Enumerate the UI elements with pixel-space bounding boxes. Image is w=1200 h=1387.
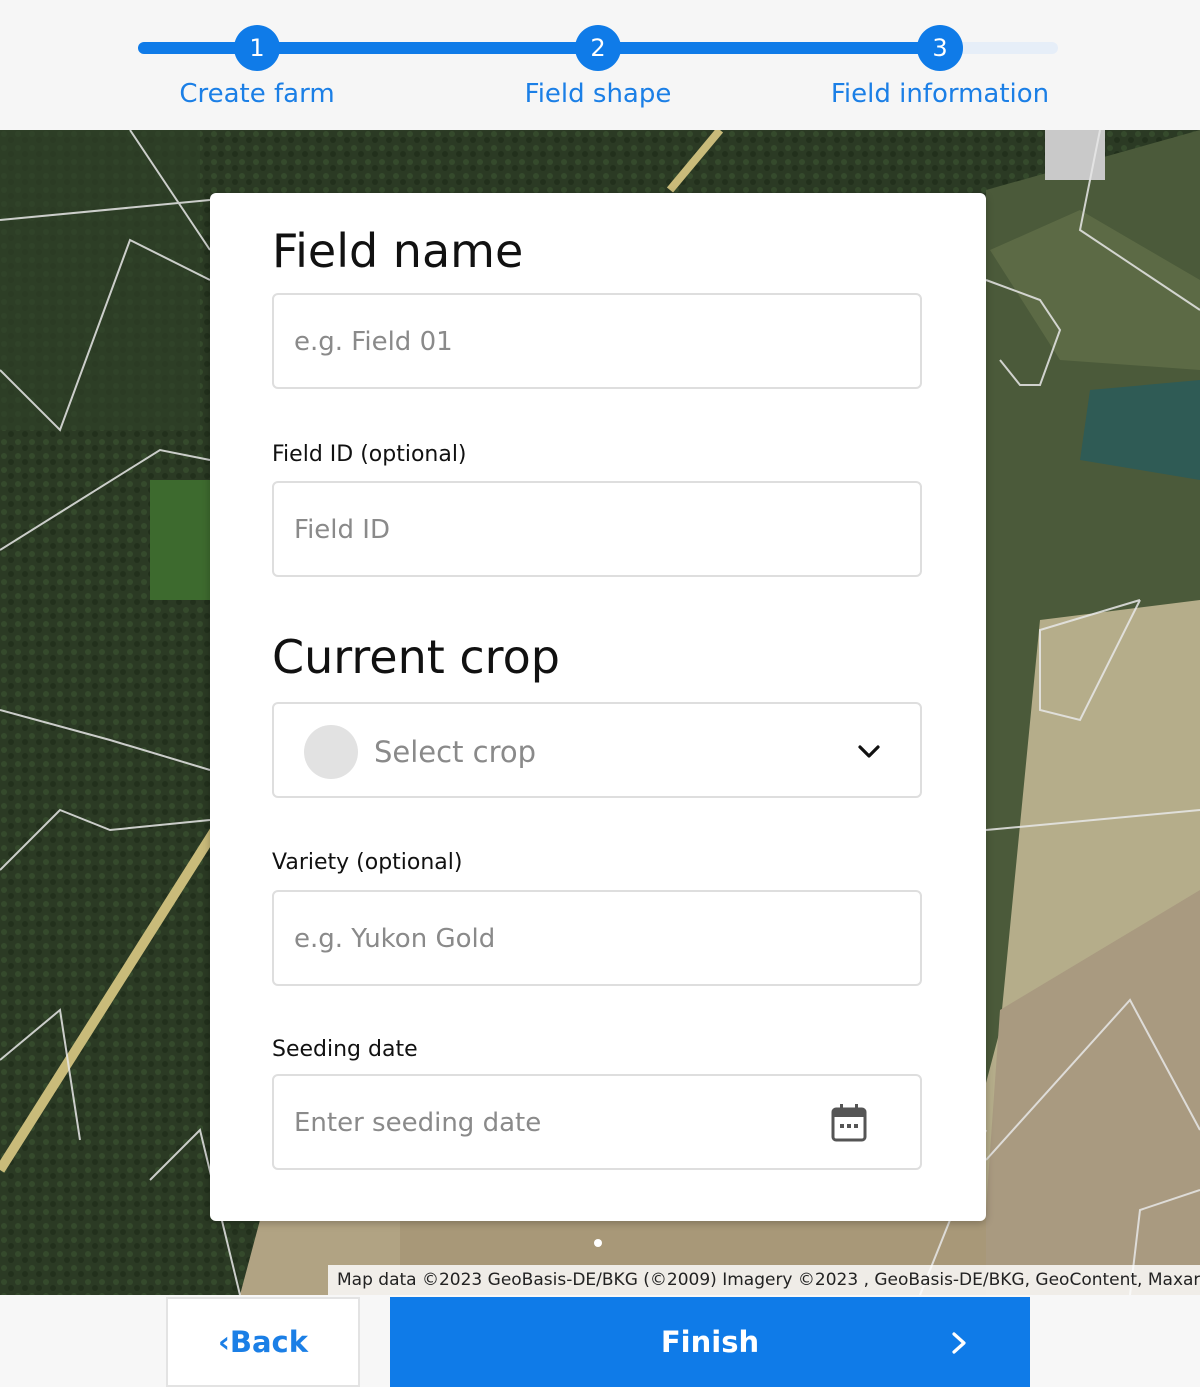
variety-label: Variety (optional): [272, 850, 463, 875]
variety-input[interactable]: [292, 892, 856, 986]
current-crop-heading: Current crop: [272, 630, 560, 684]
seeding-date-input[interactable]: [292, 1076, 816, 1170]
seeding-date-field[interactable]: [272, 1074, 922, 1170]
finish-button-label: Finish: [660, 1325, 760, 1359]
footer-actions: ‹Back Finish: [0, 1295, 1200, 1387]
map-attribution: Map data ©2023 GeoBasis-DE/BKG (©2009) I…: [328, 1265, 1200, 1295]
step-1-indicator[interactable]: 1: [234, 25, 280, 71]
crop-color-swatch: [304, 725, 358, 779]
progress-stepper: 1 2 3 Create farm Field shape Field info…: [0, 0, 1200, 130]
seeding-date-label: Seeding date: [272, 1037, 418, 1062]
back-button[interactable]: ‹Back: [166, 1297, 360, 1387]
crop-select[interactable]: Select crop: [272, 702, 922, 798]
field-id-field[interactable]: [272, 481, 922, 577]
chevron-down-icon[interactable]: [856, 739, 882, 765]
step-3-indicator[interactable]: 3: [917, 25, 963, 71]
variety-field[interactable]: [272, 890, 922, 986]
step-2-indicator[interactable]: 2: [575, 25, 621, 71]
crop-select-placeholder: Select crop: [374, 735, 537, 769]
step-1-label[interactable]: Create farm: [107, 76, 407, 112]
step-2-label[interactable]: Field shape: [448, 76, 748, 112]
finish-button[interactable]: Finish: [390, 1297, 1030, 1387]
calendar-icon[interactable]: [830, 1103, 868, 1143]
field-name-heading: Field name: [272, 224, 524, 278]
field-name-input[interactable]: [292, 295, 856, 389]
field-id-label: Field ID (optional): [272, 442, 467, 467]
field-id-input[interactable]: [292, 483, 856, 577]
step-3-label[interactable]: Field information: [790, 76, 1090, 112]
field-information-form: Field name Field ID (optional) Current c…: [210, 193, 986, 1221]
chevron-right-icon: [952, 1332, 966, 1354]
carousel-dot: [594, 1239, 602, 1247]
field-name-field[interactable]: [272, 293, 922, 389]
